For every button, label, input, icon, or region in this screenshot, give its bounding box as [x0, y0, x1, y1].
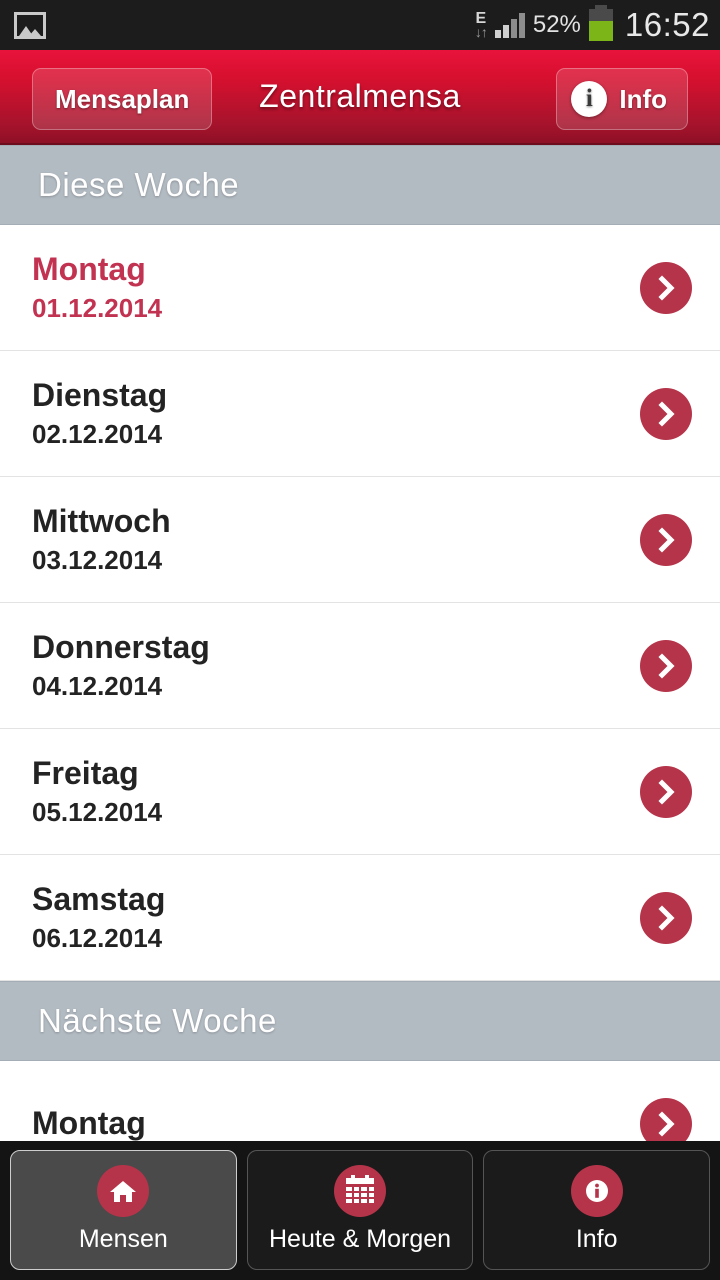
tab-label: Heute & Morgen: [268, 1225, 452, 1253]
info-button-label: Info: [619, 83, 667, 114]
day-list-item[interactable]: Freitag 05.12.2014: [0, 729, 720, 855]
photo-icon: [14, 11, 46, 39]
calendar-icon: [334, 1165, 386, 1217]
day-date-label: 02.12.2014: [32, 418, 163, 449]
calendar-glyph: [346, 1175, 374, 1204]
tab-heute-morgen[interactable]: Heute & Morgen: [246, 1149, 474, 1270]
day-date-label: 06.12.2014: [32, 922, 163, 953]
section-header-label: Nächste Woche: [38, 1002, 277, 1039]
page-title: Zentralmensa: [259, 78, 461, 114]
clock-label: 16:52: [624, 6, 710, 43]
info-icon: i: [571, 81, 608, 117]
chevron-right-icon[interactable]: [640, 261, 692, 314]
day-name-label: Samstag: [32, 881, 166, 918]
tab-label: Mensen: [78, 1225, 168, 1253]
app-root: E ↓↑ 52% 16:52 Mensaplan Zentralmensa i …: [0, 0, 720, 1280]
day-list-item-text: Montag: [32, 1104, 146, 1141]
chevron-right-icon[interactable]: [640, 639, 692, 692]
day-list-item-text: Donnerstag 04.12.2014: [32, 629, 210, 701]
status-bar: E ↓↑ 52% 16:52: [0, 0, 720, 50]
day-name-label: Montag: [32, 1104, 146, 1141]
bottom-tab-bar: Mensen Heute & Morgen Info: [0, 1141, 720, 1280]
day-list-item-text: Dienstag 02.12.2014: [32, 377, 168, 449]
day-name-label: Dienstag: [32, 377, 168, 414]
chevron-right-icon[interactable]: [640, 891, 692, 944]
back-button-mensaplan[interactable]: Mensaplan: [32, 68, 213, 130]
info-icon: [570, 1165, 623, 1217]
signal-bars-icon: [494, 12, 525, 38]
day-list-item-text: Mittwoch 03.12.2014: [32, 503, 171, 575]
day-name-label: Freitag: [32, 755, 139, 792]
data-transfer-arrows-icon: ↓↑: [474, 24, 488, 40]
day-list[interactable]: Diese Woche Montag 01.12.2014 Dienstag 02.12…: [0, 145, 720, 1280]
battery-percent-label: 52%: [532, 11, 581, 38]
day-list-item-text: Montag 01.12.2014: [32, 251, 163, 323]
day-date-label: 04.12.2014: [32, 670, 163, 701]
tab-label: Info: [575, 1225, 618, 1253]
section-header: Diese Woche: [0, 145, 720, 225]
app-header: Mensaplan Zentralmensa i Info: [0, 50, 720, 145]
chevron-right-icon[interactable]: [640, 387, 692, 440]
day-list-item[interactable]: Mittwoch 03.12.2014: [0, 477, 720, 603]
day-name-label: Mittwoch: [32, 503, 171, 540]
back-button-label: Mensaplan: [55, 83, 190, 114]
chevron-right-icon[interactable]: [640, 765, 692, 818]
day-list-item-text: Samstag 06.12.2014: [32, 881, 166, 953]
info-button[interactable]: i Info: [556, 68, 688, 130]
section-header-label: Diese Woche: [38, 166, 240, 203]
day-date-label: 05.12.2014: [32, 796, 163, 827]
home-icon: [97, 1165, 150, 1217]
day-date-label: 03.12.2014: [32, 544, 163, 575]
day-list-item[interactable]: Samstag 06.12.2014: [0, 855, 720, 981]
day-list-item[interactable]: Donnerstag 04.12.2014: [0, 603, 720, 729]
day-name-label: Montag: [32, 251, 146, 288]
status-bar-notifications: [0, 11, 46, 39]
battery-icon: [588, 5, 613, 41]
section-header: Nächste Woche: [0, 981, 720, 1061]
day-date-label: 01.12.2014: [32, 292, 163, 323]
tab-info[interactable]: Info: [483, 1149, 711, 1270]
network-type-indicator: E ↓↑: [474, 11, 488, 40]
day-list-item[interactable]: Montag 01.12.2014: [0, 225, 720, 351]
tab-mensen[interactable]: Mensen: [10, 1149, 237, 1270]
chevron-right-icon[interactable]: [640, 513, 692, 566]
day-list-item[interactable]: Dienstag 02.12.2014: [0, 351, 720, 477]
day-list-item-text: Freitag 05.12.2014: [32, 755, 163, 827]
day-name-label: Donnerstag: [32, 629, 210, 666]
status-bar-indicators: E ↓↑ 52% 16:52: [474, 5, 720, 44]
